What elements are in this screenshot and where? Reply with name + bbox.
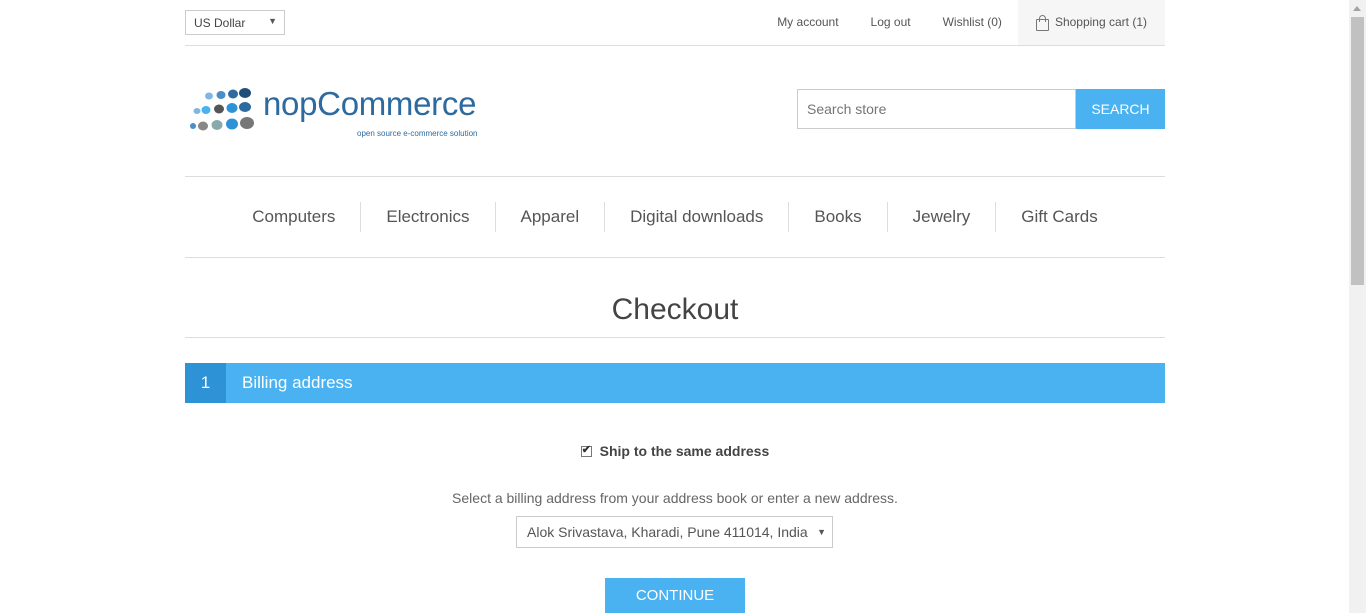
ship-same-address-row: ✔ Ship to the same address [185,443,1165,459]
logo-dots-icon [190,88,254,131]
logo-tagline: open source e-commerce solution [357,129,478,138]
top-menu: Computers Electronics Apparel Digital do… [185,176,1165,258]
my-account-link[interactable]: My account [761,0,854,45]
shopping-bag-icon [1035,14,1049,31]
page-container: US Dollar ▼ My account Log out Wishlist … [185,0,1165,613]
scroll-thumb[interactable] [1351,17,1364,285]
page-title: Checkout [185,290,1165,338]
vertical-scrollbar[interactable] [1349,0,1366,613]
billing-address-value: Alok Srivastava, Kharadi, Pune 411014, I… [527,524,808,540]
log-out-link[interactable]: Log out [855,0,927,45]
ship-same-address-label[interactable]: Ship to the same address [600,443,770,459]
step-number: 1 [185,363,226,403]
logo-name: nopCommerce [263,85,477,122]
shopping-cart-label: Shopping cart (1) [1054,15,1147,29]
checkmark-icon: ✔ [581,444,591,456]
menu-item-apparel[interactable]: Apparel [496,202,606,232]
chevron-down-icon: ▼ [268,16,277,26]
continue-button[interactable]: CONTINUE [605,578,745,613]
shopping-cart-link[interactable]: Shopping cart (1) [1017,0,1165,45]
header-links: My account Log out Wishlist (0) Shopping… [761,0,1165,45]
wishlist-link[interactable]: Wishlist (0) [927,0,1018,45]
currency-value: US Dollar [194,16,246,30]
site-logo[interactable]: nopCommerce open source e-commerce solut… [189,82,499,142]
billing-address-hint: Select a billing address from your addre… [452,490,898,506]
step-billing-header[interactable]: 1 Billing address [185,363,1165,403]
menu-item-gift-cards[interactable]: Gift Cards [996,202,1123,232]
menu-item-computers[interactable]: Computers [227,202,362,232]
menu-item-electronics[interactable]: Electronics [361,202,496,232]
currency-select[interactable]: US Dollar ▼ [185,10,285,35]
billing-address-select[interactable]: Alok Srivastava, Kharadi, Pune 411014, I… [516,516,833,548]
header-upper: US Dollar ▼ My account Log out Wishlist … [185,0,1165,46]
chevron-down-icon: ▼ [817,527,826,537]
menu-item-jewelry[interactable]: Jewelry [888,202,997,232]
search-input[interactable] [797,89,1076,129]
search-button[interactable]: SEARCH [1076,89,1165,129]
step-title: Billing address [242,373,353,392]
menu-item-books[interactable]: Books [789,202,888,232]
ship-same-address-checkbox[interactable]: ✔ [580,444,592,457]
menu-item-digital-downloads[interactable]: Digital downloads [605,202,790,232]
scroll-up-arrow-icon[interactable] [1353,6,1361,11]
